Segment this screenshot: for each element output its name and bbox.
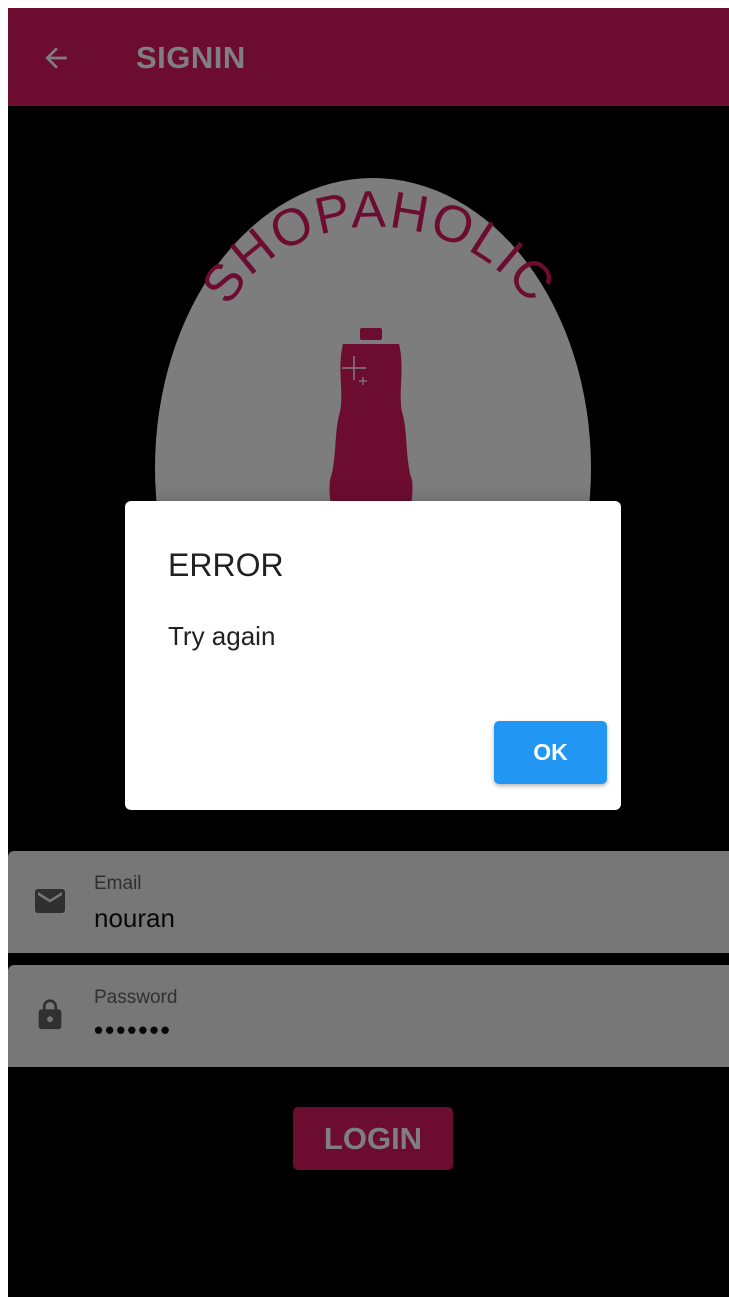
error-dialog: ERROR Try again OK (125, 501, 621, 810)
dialog-message: Try again (168, 621, 276, 651)
signin-screen: SIGNIN SHOPAHOLIC Email nou (8, 8, 729, 1297)
dialog-title: ERROR (168, 547, 284, 583)
ok-button[interactable]: OK (494, 721, 607, 784)
